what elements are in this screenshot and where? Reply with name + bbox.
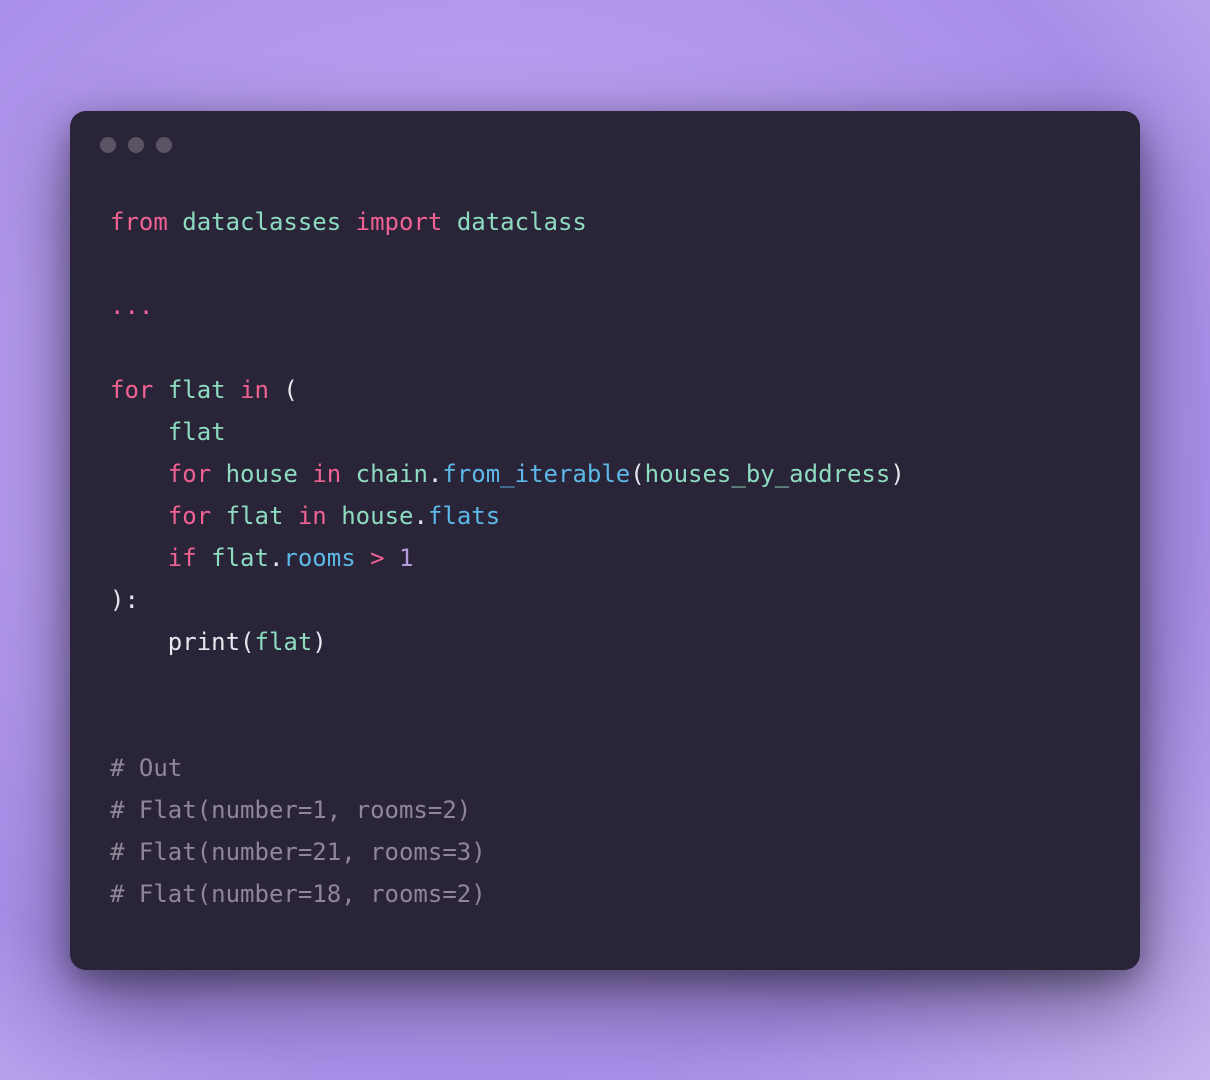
window-dot-zoom-icon[interactable]: [156, 137, 172, 153]
var-name: flat: [226, 502, 284, 530]
dot: .: [413, 502, 427, 530]
var-name: flat: [168, 418, 226, 446]
keyword-in: in: [298, 502, 327, 530]
window-dot-minimize-icon[interactable]: [128, 137, 144, 153]
paren-open: (: [283, 376, 297, 404]
code-line: print(flat): [110, 628, 327, 656]
module-name: dataclasses: [182, 208, 341, 236]
dot: .: [428, 460, 442, 488]
keyword-for: for: [168, 460, 211, 488]
keyword-from: from: [110, 208, 168, 236]
output-comment: # Flat(number=18, rooms=2): [110, 880, 486, 908]
attr-name: flats: [428, 502, 500, 530]
arg-name: houses_by_address: [645, 460, 891, 488]
method-name: from_iterable: [442, 460, 630, 488]
keyword-for: for: [110, 376, 153, 404]
window-titlebar: [70, 111, 1140, 163]
output-comment: # Out: [110, 754, 182, 782]
code-line: from dataclasses import dataclass: [110, 208, 587, 236]
obj-name: chain: [356, 460, 428, 488]
output-comment: # Flat(number=21, rooms=3): [110, 838, 486, 866]
code-line: for flat in house.flats: [110, 502, 500, 530]
number-literal: 1: [399, 544, 413, 572]
ellipsis: ...: [110, 292, 153, 320]
code-line: flat: [110, 418, 226, 446]
code-window: from dataclasses import dataclass ... fo…: [70, 111, 1140, 970]
code-line: ...: [110, 292, 153, 320]
keyword-in: in: [240, 376, 269, 404]
import-name: dataclass: [457, 208, 587, 236]
code-line: if flat.rooms > 1: [110, 544, 413, 572]
var-name: flat: [211, 544, 269, 572]
paren-close-colon: ):: [110, 586, 139, 614]
paren-open: (: [630, 460, 644, 488]
dot: .: [269, 544, 283, 572]
paren-close: ): [312, 628, 326, 656]
keyword-import: import: [356, 208, 443, 236]
keyword-in: in: [312, 460, 341, 488]
obj-name: house: [341, 502, 413, 530]
var-name: flat: [168, 376, 226, 404]
output-comment: # Flat(number=1, rooms=2): [110, 796, 471, 824]
var-name: house: [226, 460, 298, 488]
keyword-for: for: [168, 502, 211, 530]
operator-gt: >: [370, 544, 384, 572]
paren-open: (: [240, 628, 254, 656]
code-line: ):: [110, 586, 139, 614]
keyword-if: if: [168, 544, 197, 572]
paren-close: ): [890, 460, 904, 488]
attr-name: rooms: [283, 544, 355, 572]
arg-name: flat: [255, 628, 313, 656]
window-dot-close-icon[interactable]: [100, 137, 116, 153]
code-line: for house in chain.from_iterable(houses_…: [110, 460, 905, 488]
code-line: for flat in (: [110, 376, 298, 404]
fn-name: print: [168, 628, 240, 656]
code-block: from dataclasses import dataclass ... fo…: [70, 163, 1140, 915]
